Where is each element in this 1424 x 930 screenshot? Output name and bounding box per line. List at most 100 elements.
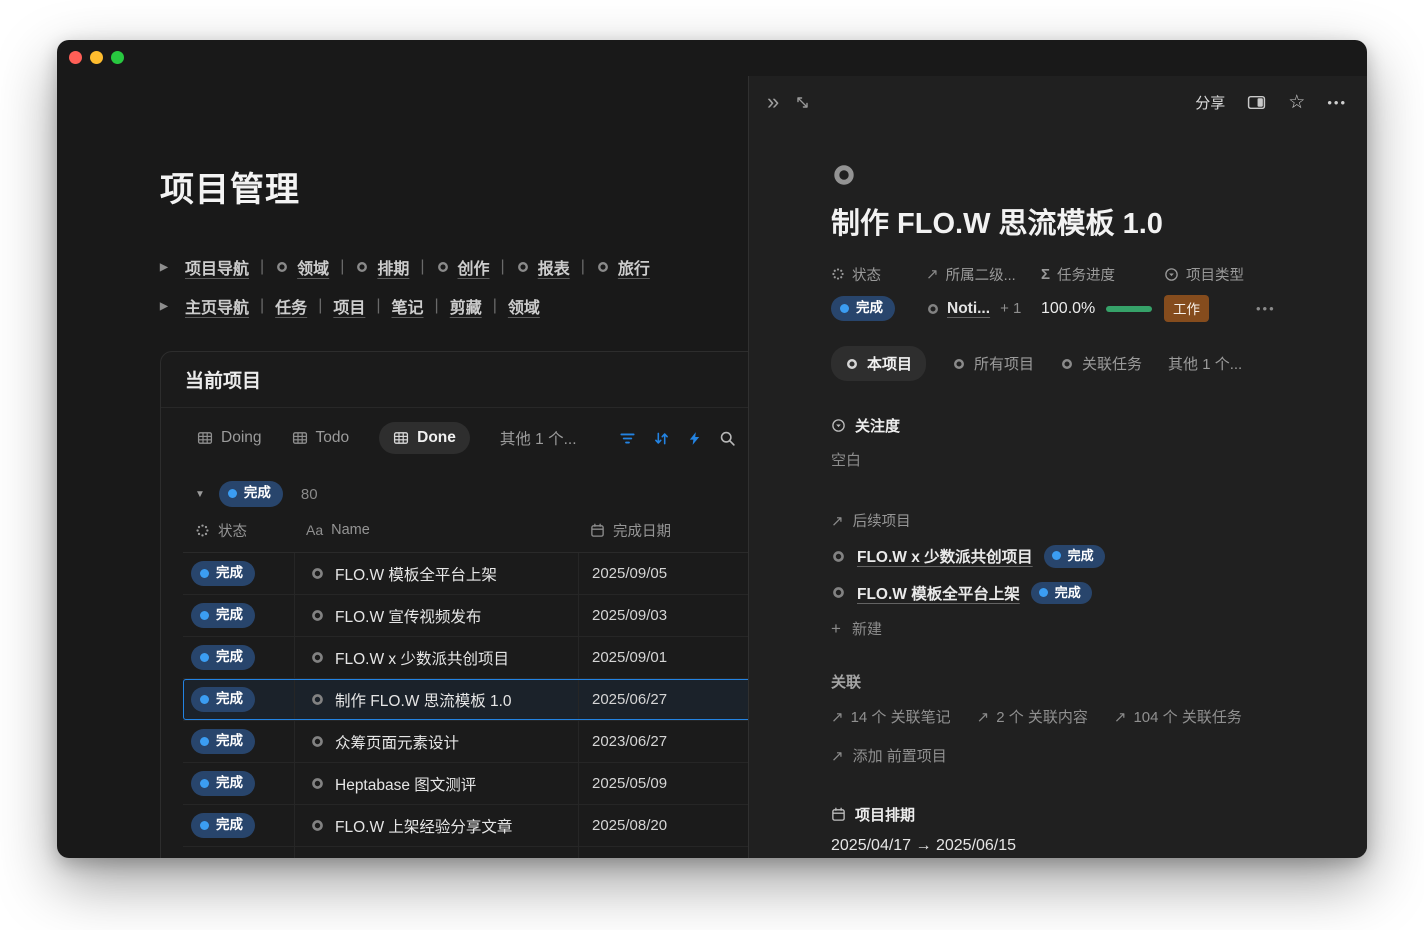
more-options-icon[interactable]: •••	[1327, 95, 1347, 110]
row-name[interactable]: 众筹页面元素设计	[335, 731, 459, 753]
peek-tab-label[interactable]: 所有项目	[974, 353, 1034, 374]
peek-tab-label[interactable]: 关联任务	[1082, 353, 1142, 374]
row-status[interactable]: 完成	[216, 733, 243, 749]
search-icon[interactable]	[719, 430, 736, 447]
view-tab-doing[interactable]: Doing	[197, 429, 262, 447]
column-name[interactable]: Aa Name	[294, 522, 578, 538]
filter-icon[interactable]	[619, 430, 636, 447]
row-name[interactable]: 制作 FLO.W 思流模板 1.0	[335, 689, 512, 711]
row-status[interactable]: 完成	[216, 817, 243, 833]
row-name[interactable]: FLO.W 宣传视频发布	[335, 605, 481, 627]
followup-item[interactable]: FLO.W 模板全平台上架 完成	[831, 582, 1327, 605]
nav-link-label[interactable]: 领域	[297, 255, 329, 279]
toggle-closed-icon[interactable]: ▶	[160, 262, 174, 273]
row-status[interactable]: 完成	[216, 691, 243, 707]
nav-link-domain[interactable]: 领域	[508, 294, 540, 318]
peek-page-title[interactable]: 制作 FLO.W 思流模板 1.0	[831, 200, 1327, 242]
peek-tab-more[interactable]: 其他 1 个...	[1168, 353, 1242, 374]
page-ring-icon[interactable]	[831, 162, 857, 188]
view-tab-more[interactable]: 其他 1 个...	[500, 427, 577, 449]
row-status[interactable]: 完成	[216, 649, 243, 665]
nav-item-report[interactable]: 报表	[516, 255, 570, 279]
expand-page-icon[interactable]	[795, 95, 810, 110]
nav-link-projects[interactable]: 项目	[333, 294, 365, 318]
parent-page-link[interactable]: Noti...	[947, 300, 990, 318]
sort-icon[interactable]	[653, 430, 670, 447]
related-link-label[interactable]: 2 个 关联内容	[996, 706, 1088, 727]
section-schedule: 项目排期 2025/04/17 → 2025/06/15	[831, 804, 1327, 855]
more-properties-icon[interactable]: •••	[1256, 301, 1276, 316]
view-tab-label[interactable]: Done	[417, 429, 456, 447]
group-status-label: 完成	[244, 485, 271, 501]
property-status[interactable]: 状态 完成	[831, 264, 926, 322]
related-link-label[interactable]: 104 个 关联任务	[1133, 706, 1241, 727]
zoom-window-button[interactable]	[111, 51, 124, 64]
property-progress[interactable]: Σ 任务进度 100.0%	[1041, 264, 1164, 322]
column-status[interactable]: 状态	[183, 520, 294, 541]
followup-page-link[interactable]: FLO.W x 少数派共创项目	[857, 545, 1033, 567]
followup-page-link[interactable]: FLO.W 模板全平台上架	[857, 582, 1020, 604]
nav-link-notes[interactable]: 笔记	[392, 294, 424, 318]
nav-link-project-nav[interactable]: 项目导航	[185, 255, 249, 279]
related-notes-link[interactable]: ↗ 14 个 关联笔记	[831, 706, 951, 727]
group-toggle-icon[interactable]: ▼	[195, 489, 205, 500]
favorite-star-icon[interactable]: ☆	[1288, 93, 1305, 112]
property-parent[interactable]: ↗ 所属二级... Noti... + 1	[926, 264, 1041, 322]
minimize-window-button[interactable]	[90, 51, 103, 64]
toggle-closed-icon[interactable]: ▶	[160, 301, 174, 312]
nav-link-tasks[interactable]: 任务	[275, 294, 307, 318]
close-peek-icon[interactable]: »	[767, 91, 779, 113]
nav-item-create[interactable]: 创作	[436, 255, 490, 279]
peek-tab-this-project[interactable]: 本项目	[831, 346, 926, 381]
nav-link-label[interactable]: 创作	[458, 255, 490, 279]
related-link-label[interactable]: 14 个 关联笔记	[851, 706, 951, 727]
nav-link-label[interactable]: 旅行	[618, 255, 650, 279]
nav-item-schedule[interactable]: 排期	[355, 255, 409, 279]
followup-item[interactable]: FLO.W x 少数派共创项目 完成	[831, 545, 1327, 568]
row-name[interactable]: FLO.W 上架经验分享文章	[335, 815, 512, 837]
group-status-pill[interactable]: 完成	[219, 481, 283, 506]
column-label: 状态	[218, 520, 247, 541]
view-tab-todo[interactable]: Todo	[292, 429, 350, 447]
table-view-icon	[393, 430, 409, 446]
nav-link-home-nav[interactable]: 主页导航	[185, 294, 249, 318]
view-tab-label[interactable]: Doing	[221, 429, 262, 447]
side-peek-toggle-icon[interactable]	[1247, 94, 1266, 111]
new-followup-button[interactable]: + 新建	[831, 618, 1327, 639]
nav-link-label[interactable]: 排期	[377, 255, 409, 279]
ring-icon	[596, 260, 610, 274]
status-pill-label[interactable]: 完成	[856, 300, 883, 316]
select-property-icon	[1164, 267, 1179, 282]
share-button[interactable]: 分享	[1195, 92, 1225, 113]
side-peek-panel: » 分享 ☆ ••• 制作 FLO.W 思流模板 1.0	[748, 76, 1367, 858]
add-predecessor-button[interactable]: ↗ 添加 前置项目	[831, 745, 947, 766]
row-status[interactable]: 完成	[216, 607, 243, 623]
peek-toolbar: » 分享 ☆ •••	[749, 76, 1367, 128]
row-status[interactable]: 完成	[216, 565, 243, 581]
schedule-value[interactable]: 2025/04/17 → 2025/06/15	[831, 837, 1327, 855]
automation-bolt-icon[interactable]	[687, 431, 702, 446]
type-tag[interactable]: 工作	[1164, 295, 1209, 322]
peek-tab-all-projects[interactable]: 所有项目	[952, 353, 1034, 374]
property-type[interactable]: 项目类型 工作	[1164, 264, 1244, 322]
row-status[interactable]: 完成	[216, 775, 243, 791]
parent-extra-count[interactable]: + 1	[1000, 300, 1021, 317]
nav-item-domain[interactable]: 领域	[275, 255, 329, 279]
related-content-link[interactable]: ↗ 2 个 关联内容	[977, 706, 1088, 727]
row-name[interactable]: FLO.W x 少数派共创项目	[335, 647, 509, 669]
attention-value[interactable]: 空白	[831, 449, 1327, 470]
close-window-button[interactable]	[69, 51, 82, 64]
row-name[interactable]: FLO.W 模板全平台上架	[335, 563, 497, 585]
view-toolbar	[619, 408, 736, 468]
relation-arrow-icon: ↗	[831, 708, 844, 726]
nav-link-label[interactable]: 报表	[538, 255, 570, 279]
nav-link-clips[interactable]: 剪藏	[450, 294, 482, 318]
row-name[interactable]: Heptabase 图文测评	[335, 773, 476, 795]
view-tab-label[interactable]: Todo	[316, 429, 350, 447]
view-tab-done-active[interactable]: Done	[379, 422, 470, 454]
related-tasks-link[interactable]: ↗ 104 个 关联任务	[1114, 706, 1242, 727]
peek-tab-label[interactable]: 本项目	[867, 353, 912, 374]
peek-tab-related-tasks[interactable]: 关联任务	[1060, 353, 1142, 374]
nav-item-travel[interactable]: 旅行	[596, 255, 650, 279]
app-window: 项目管理 ▶ 项目导航 | 领域 | 排期 | 创作	[57, 40, 1367, 858]
